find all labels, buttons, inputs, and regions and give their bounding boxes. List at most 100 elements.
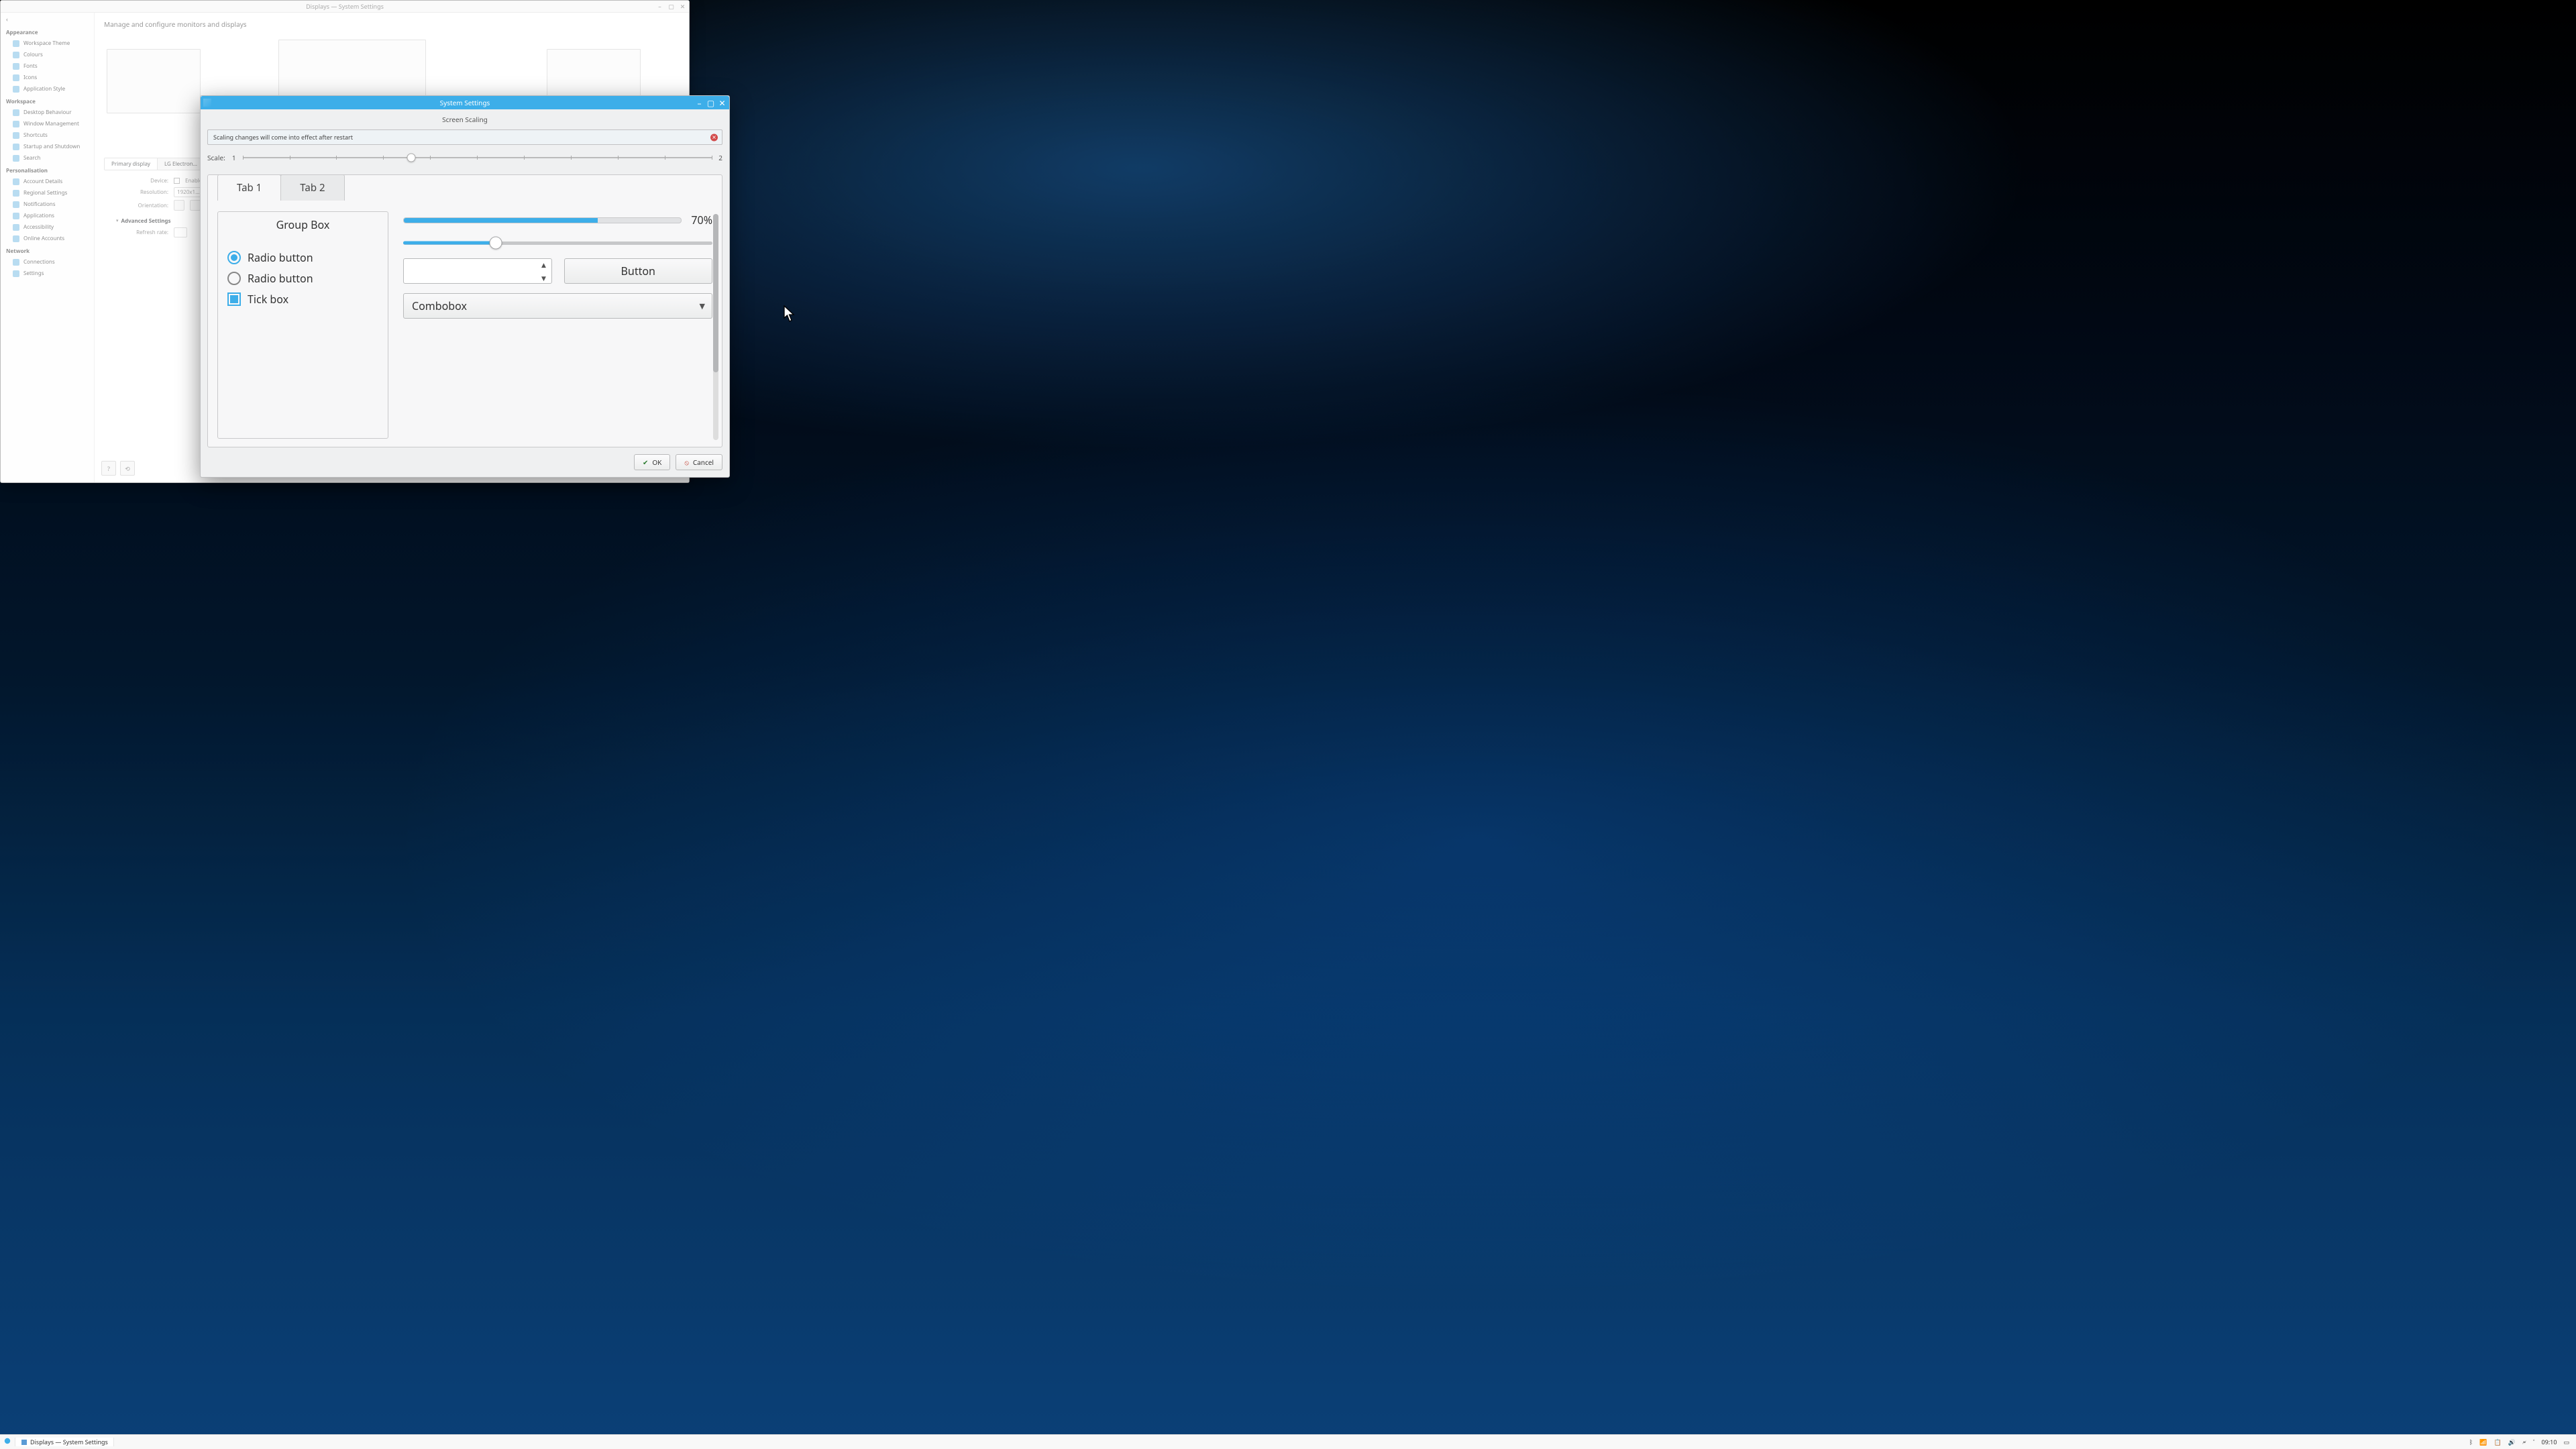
scroll-thumb[interactable] [713, 214, 718, 372]
sidebar-item-desktop-behaviour[interactable]: Desktop Behaviour [1, 107, 94, 118]
scale-label: Scale: [207, 153, 225, 162]
sidebar-item-online-accounts[interactable]: Online Accounts [1, 233, 94, 244]
sidebar-cat-workspace: Workspace [1, 95, 94, 107]
app-launcher-icon[interactable] [4, 1438, 11, 1446]
orientation-label: Orientation: [104, 202, 168, 209]
radio-on-icon [227, 251, 241, 264]
scale-slider[interactable] [243, 153, 712, 162]
cancel-icon: ⦸ [684, 458, 689, 467]
plasma-taskbar[interactable]: Displays — System Settings ᛒ 📶 📋 🔊 🗲 ˄ 0… [0, 1434, 2576, 1449]
dialog-close[interactable]: ✕ [718, 99, 726, 107]
sidebar-item-shortcuts[interactable]: Shortcuts [1, 129, 94, 141]
preview-groupbox: Group Box Radio button Radio button Tick… [217, 211, 388, 439]
minimize-button[interactable]: – [656, 3, 663, 10]
show-desktop-icon[interactable]: ▭ [2563, 1438, 2569, 1446]
spin-up-icon[interactable]: ▲ [539, 260, 549, 268]
system-tray[interactable]: ᛒ 📶 📋 🔊 🗲 ˄ 09:10 ▭ [2463, 1438, 2576, 1446]
orientation-left[interactable] [190, 200, 201, 211]
close-button[interactable]: ✕ [679, 3, 686, 10]
sidebar-cat-network: Network [1, 244, 94, 256]
dialog-minimize[interactable]: – [696, 99, 703, 107]
sidebar-item-applications[interactable]: Applications [1, 210, 94, 221]
bluetooth-icon[interactable]: ᛒ [2469, 1438, 2473, 1446]
restart-notice: Scaling changes will come into effect af… [207, 129, 722, 145]
clock[interactable]: 09:10 [2541, 1438, 2557, 1446]
preview-radio-1[interactable]: Radio button [227, 250, 378, 265]
cancel-button[interactable]: ⦸Cancel [676, 454, 722, 470]
resolution-select[interactable]: 1920x1... [174, 187, 203, 197]
dialog-subtitle: Screen Scaling [207, 115, 722, 124]
tray-expand-icon[interactable]: ˄ [2533, 1438, 2535, 1446]
progress-percent-label: 70% [691, 213, 712, 227]
sidebar-item-startup[interactable]: Startup and Shutdown [1, 141, 94, 152]
radio-off-icon [227, 272, 241, 285]
widget-preview: Tab 1 Tab 2 Group Box Radio button Radio… [207, 174, 722, 447]
checkbox-icon [227, 292, 241, 306]
refresh-label: Refresh rate: [104, 229, 168, 236]
scale-max: 2 [718, 153, 722, 162]
sidebar-item-search[interactable]: Search [1, 152, 94, 164]
notice-close-icon[interactable]: ✕ [710, 133, 718, 141]
preview-tab-2[interactable]: Tab 2 [280, 174, 344, 201]
enabled-checkbox[interactable] [174, 178, 180, 184]
taskbar-entry-system-settings[interactable]: Displays — System Settings [15, 1438, 114, 1446]
dialog-title: System Settings [201, 98, 729, 107]
preview-spinbox[interactable]: ▲ ▼ [403, 258, 552, 284]
preview-tab-1[interactable]: Tab 1 [217, 174, 281, 201]
clipboard-icon[interactable]: 📋 [2493, 1438, 2501, 1446]
sidebar-item-colours[interactable]: Colours [1, 49, 94, 60]
ok-button[interactable]: ✔OK [634, 454, 670, 470]
settings-sidebar[interactable]: ‹ Appearance Workspace Theme Colours Fon… [1, 13, 95, 482]
window-icon [21, 1439, 28, 1446]
sidebar-item-fonts[interactable]: Fonts [1, 60, 94, 72]
sidebar-item-notifications[interactable]: Notifications [1, 199, 94, 210]
sidebar-item-app-style[interactable]: Application Style [1, 83, 94, 95]
sidebar-item-settings[interactable]: Settings [1, 268, 94, 279]
sidebar-back[interactable]: ‹ [1, 13, 94, 25]
sidebar-item-connections[interactable]: Connections [1, 256, 94, 268]
dialog-maximize[interactable]: ▢ [707, 99, 714, 107]
preview-combobox[interactable]: Combobox ▼ [403, 293, 712, 319]
preview-slider[interactable] [403, 237, 712, 249]
sidebar-item-workspace-theme[interactable]: Workspace Theme [1, 38, 94, 49]
preview-progressbar [403, 217, 682, 223]
volume-icon[interactable]: 🔊 [2508, 1438, 2516, 1446]
preview-checkbox[interactable]: Tick box [227, 292, 378, 307]
orientation-normal[interactable] [174, 200, 184, 211]
preview-radio-2[interactable]: Radio button [227, 271, 378, 286]
screen-scaling-dialog: System Settings – ▢ ✕ Screen Scaling Sca… [200, 95, 730, 478]
preview-slider-handle[interactable] [490, 237, 502, 250]
main-titlebar[interactable]: Displays — System Settings – ▢ ✕ [1, 1, 689, 13]
restart-notice-text: Scaling changes will come into effect af… [213, 133, 353, 142]
sidebar-item-regional[interactable]: Regional Settings [1, 187, 94, 199]
main-window-title: Displays — System Settings [1, 2, 689, 11]
device-label: Device: [104, 177, 168, 184]
sidebar-item-accessibility[interactable]: Accessibility [1, 221, 94, 233]
sidebar-item-icons[interactable]: Icons [1, 72, 94, 83]
defaults-button[interactable]: ⟲ [120, 461, 135, 476]
dialog-titlebar[interactable]: System Settings – ▢ ✕ [201, 96, 729, 109]
resolution-label: Resolution: [104, 189, 168, 196]
sidebar-item-account[interactable]: Account Details [1, 176, 94, 187]
chevron-down-icon: ▼ [700, 301, 705, 311]
help-button[interactable]: ? [101, 461, 116, 476]
refresh-select[interactable] [174, 227, 187, 237]
display-tab-lg[interactable]: LG Electron... [158, 158, 204, 170]
spin-down-icon[interactable]: ▼ [539, 274, 549, 282]
check-icon: ✔ [643, 458, 648, 467]
scale-min: 1 [232, 153, 236, 162]
display-tab-primary[interactable]: Primary display [105, 158, 158, 170]
display-tabs[interactable]: Primary display LG Electron... [104, 158, 205, 170]
preview-scrollbar[interactable] [713, 214, 718, 440]
page-heading: Manage and configure monitors and displa… [104, 19, 680, 29]
monitor-1[interactable] [107, 49, 201, 113]
scale-slider-handle[interactable] [407, 154, 416, 162]
sidebar-item-window-mgmt[interactable]: Window Management [1, 118, 94, 129]
network-icon[interactable]: 📶 [2479, 1438, 2487, 1446]
sidebar-cat-personalisation: Personalisation [1, 164, 94, 176]
groupbox-title: Group Box [218, 217, 388, 232]
maximize-button[interactable]: ▢ [667, 3, 675, 10]
preview-button[interactable]: Button [564, 258, 713, 284]
sidebar-cat-appearance: Appearance [1, 25, 94, 38]
battery-icon[interactable]: 🗲 [2522, 1438, 2526, 1446]
